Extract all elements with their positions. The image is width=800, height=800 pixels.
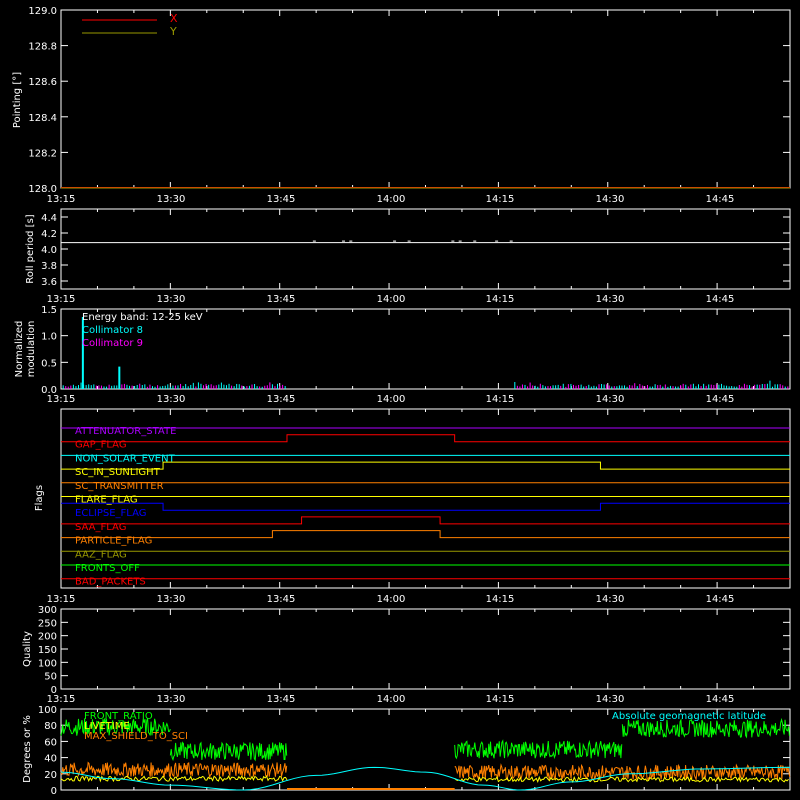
flag-label: FRONTS_OFF bbox=[75, 563, 140, 574]
y-tick-label: 3.8 bbox=[41, 261, 57, 272]
collimator-9-label: Collimator 9 bbox=[82, 338, 143, 349]
y-tick-label: 40 bbox=[44, 754, 57, 765]
y-tick-label: 0 bbox=[51, 786, 57, 797]
collimator-8-label: Collimator 8 bbox=[82, 325, 143, 336]
rhessi-quicklook-chart: 128.0128.2128.4128.6128.8129.0 Pointing … bbox=[0, 0, 800, 800]
x-tick-label: 13:30 bbox=[157, 694, 186, 705]
x-tick-label: 14:45 bbox=[706, 594, 735, 605]
x-tick-label: 14:00 bbox=[377, 394, 406, 405]
flag-label: SC_TRANSMITTER bbox=[75, 481, 164, 492]
y-tick-label: 0.5 bbox=[41, 358, 57, 369]
x-tick-label: 13:45 bbox=[267, 394, 296, 405]
y-tick-label: 1.5 bbox=[41, 305, 57, 316]
legend-max-shield: MAX_SHIELD_TO_SCI bbox=[84, 731, 188, 742]
energy-band-label: Energy band: 12-25 keV bbox=[82, 312, 203, 323]
y-tick-label: 128.2 bbox=[28, 148, 57, 159]
x-tick-label: 13:15 bbox=[47, 394, 76, 405]
x-tick-label: 14:00 bbox=[377, 194, 406, 205]
x-tick-label: 14:45 bbox=[706, 394, 735, 405]
modulation-ylabel-line1: Normalized bbox=[14, 321, 25, 378]
x-tick-label: 13:15 bbox=[47, 694, 76, 705]
y-tick-label: 50 bbox=[44, 672, 57, 683]
x-tick-label: 13:30 bbox=[157, 194, 186, 205]
x-tick-label: 13:15 bbox=[47, 594, 76, 605]
y-tick-label: 129.0 bbox=[28, 6, 57, 17]
x-tick-label: 13:45 bbox=[267, 694, 296, 705]
x-tick-label: 13:45 bbox=[267, 194, 296, 205]
quality-ylabel: Quality bbox=[22, 631, 33, 667]
y-tick-label: 4.2 bbox=[41, 229, 57, 240]
y-tick-label: 4.4 bbox=[41, 213, 57, 224]
x-tick-label: 13:45 bbox=[267, 294, 296, 305]
y-tick-label: 128.8 bbox=[28, 42, 57, 53]
x-tick-label: 14:45 bbox=[706, 194, 735, 205]
x-tick-label: 13:30 bbox=[157, 294, 186, 305]
x-tick-label: 14:30 bbox=[596, 394, 625, 405]
x-tick-label: 13:45 bbox=[267, 594, 296, 605]
x-tick-label: 14:45 bbox=[706, 294, 735, 305]
y-tick-label: 1.0 bbox=[41, 332, 57, 343]
legend-geomagnetic-latitude: Absolute geomagnetic latitude bbox=[612, 711, 766, 722]
x-tick-label: 13:30 bbox=[157, 594, 186, 605]
flag-label: ATTENUATOR_STATE bbox=[75, 426, 176, 437]
y-tick-label: 200 bbox=[38, 632, 57, 643]
x-tick-label: 13:15 bbox=[47, 294, 76, 305]
x-tick-label: 14:00 bbox=[377, 594, 406, 605]
housekeeping-ylabel: Degrees or % bbox=[22, 715, 33, 783]
x-tick-label: 14:15 bbox=[486, 694, 515, 705]
flag-label: BAD_PACKETS bbox=[75, 577, 146, 588]
y-tick-label: 128.6 bbox=[28, 77, 57, 88]
flag-label: PARTICLE_FLAG bbox=[75, 536, 152, 547]
y-tick-label: 300 bbox=[38, 605, 57, 616]
pointing-ylabel: Pointing [°] bbox=[12, 72, 23, 128]
x-tick-label: 14:30 bbox=[596, 594, 625, 605]
flag-label: AAZ_FLAG bbox=[75, 549, 127, 560]
x-tick-label: 14:15 bbox=[486, 194, 515, 205]
y-tick-label: 100 bbox=[38, 705, 57, 716]
x-tick-label: 13:30 bbox=[157, 394, 186, 405]
x-tick-label: 14:30 bbox=[596, 694, 625, 705]
flag-label: SAA_FLAG bbox=[75, 522, 126, 533]
flag-label: SC_IN_SUNLIGHT bbox=[75, 467, 161, 478]
x-tick-label: 14:00 bbox=[377, 694, 406, 705]
x-tick-label: 14:00 bbox=[377, 294, 406, 305]
y-tick-label: 128.4 bbox=[28, 113, 57, 124]
y-tick-label: 20 bbox=[44, 770, 57, 781]
flag-label: FLARE_FLAG bbox=[75, 495, 138, 506]
y-tick-label: 60 bbox=[44, 737, 57, 748]
x-tick-label: 14:15 bbox=[486, 394, 515, 405]
flags-ylabel: Flags bbox=[34, 485, 45, 511]
y-tick-label: 100 bbox=[38, 658, 57, 669]
x-tick-label: 14:15 bbox=[486, 294, 515, 305]
x-tick-label: 14:30 bbox=[596, 194, 625, 205]
y-tick-label: 4.0 bbox=[41, 245, 57, 256]
modulation-ylabel-line2: modulation bbox=[26, 321, 37, 378]
x-tick-label: 13:15 bbox=[47, 194, 76, 205]
y-tick-label: 250 bbox=[38, 618, 57, 629]
y-tick-label: 80 bbox=[44, 721, 57, 732]
legend-y-label: Y bbox=[169, 25, 177, 38]
x-tick-label: 14:15 bbox=[486, 594, 515, 605]
roll-period-ylabel: Roll period [s] bbox=[25, 214, 36, 283]
flag-label: GAP_FLAG bbox=[75, 440, 127, 451]
y-tick-label: 3.6 bbox=[41, 277, 57, 288]
y-tick-label: 150 bbox=[38, 645, 57, 656]
flag-label: ECLIPSE_FLAG bbox=[75, 508, 146, 519]
x-tick-label: 14:30 bbox=[596, 294, 625, 305]
x-tick-label: 14:45 bbox=[706, 694, 735, 705]
legend-x-label: X bbox=[170, 12, 178, 25]
flag-label: NON_SOLAR_EVENT bbox=[75, 453, 176, 464]
